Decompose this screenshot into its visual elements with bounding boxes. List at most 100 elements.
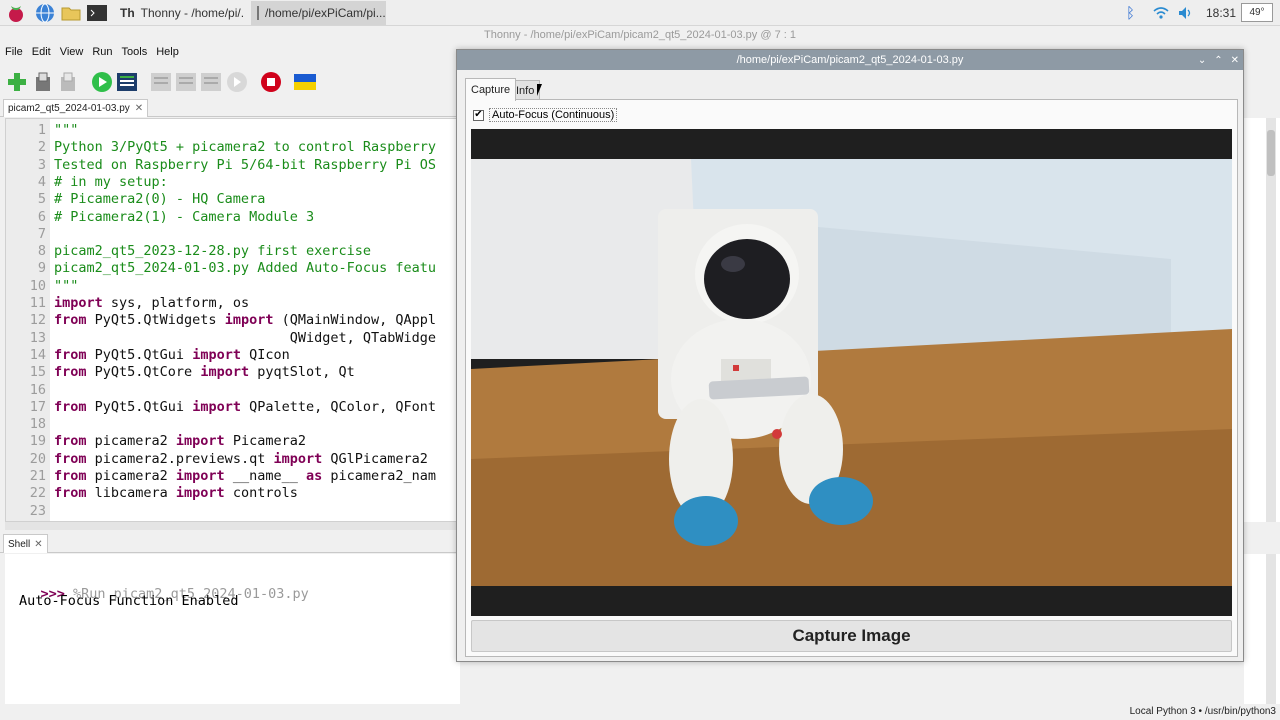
tab-capture[interactable]: Capture: [465, 78, 517, 101]
run-icon[interactable]: [91, 71, 113, 93]
line-number: 19: [29, 433, 46, 450]
menu-help[interactable]: Help: [156, 46, 179, 64]
new-file-icon[interactable]: [6, 71, 28, 93]
menubar: File Edit View Run Tools Help: [0, 46, 460, 64]
line-number: 6: [37, 208, 46, 225]
line-number: 1: [37, 122, 46, 138]
shell-tabbar: Shell ✕: [0, 534, 460, 553]
shell-vertical-scrollbar[interactable]: [1266, 554, 1276, 704]
line-number: 3: [37, 156, 46, 173]
close-tab-icon[interactable]: ✕: [135, 103, 143, 114]
shell-tab[interactable]: Shell ✕: [3, 534, 48, 553]
chevron-up-icon[interactable]: ⌃: [1214, 55, 1222, 66]
code-line: from picamera2 import __name__ as picame…: [54, 468, 437, 484]
menu-run[interactable]: Run: [92, 46, 112, 64]
window-icon: [257, 6, 259, 20]
line-number: 16: [29, 381, 46, 398]
picamera-window-title: /home/pi/exPiCam/picam2_qt5_2024-01-03.p…: [457, 50, 1243, 70]
code-line: from PyQt5.QtCore import pyqtSlot, Qt: [54, 364, 355, 381]
step-over-icon[interactable]: [150, 71, 172, 93]
line-number: 13: [29, 329, 46, 346]
line-number: 4: [37, 173, 46, 190]
file-manager-icon[interactable]: [60, 2, 82, 24]
shell-tab-label: Shell: [8, 538, 31, 550]
line-number: 21: [29, 468, 46, 484]
raspberry-menu-icon[interactable]: [5, 2, 27, 24]
mouse-cursor-icon: [537, 84, 547, 96]
capture-pane: ✔ Auto-Focus (Continuous) Capture Image: [465, 99, 1238, 657]
window-controls: ⌄ ⌃ ✕: [1198, 50, 1239, 70]
interpreter-status[interactable]: Local Python 3 • /usr/bin/python3: [1130, 706, 1276, 717]
step-out-icon[interactable]: [200, 71, 222, 93]
open-file-icon[interactable]: [32, 71, 54, 93]
ukraine-flag-icon[interactable]: [294, 71, 316, 93]
line-number: 18: [29, 416, 46, 433]
code-line: from picamera2.previews.qt import QGlPic…: [54, 450, 428, 467]
bluetooth-icon[interactable]: ᛒ: [1126, 0, 1135, 26]
menu-edit[interactable]: Edit: [32, 46, 51, 64]
code-line: import sys, platform, os: [54, 295, 250, 311]
task-picam-window[interactable]: /home/pi/exPiCam/pi...: [251, 1, 386, 25]
volume-icon[interactable]: [1178, 0, 1194, 26]
cpu-temp-badge: 49°: [1241, 3, 1273, 22]
stop-icon[interactable]: [260, 71, 282, 93]
task-thonny[interactable]: Th Thonny - /home/pi/...: [114, 1, 244, 25]
line-number: 9: [37, 260, 46, 277]
thonny-window-title: Thonny - /home/pi/exPiCam/picam2_qt5_202…: [483, 29, 796, 41]
debug-icon[interactable]: [116, 71, 138, 93]
line-number: 10: [29, 277, 46, 294]
code-line: picam2_qt5_2024-01-03.py Added Auto-Focu…: [54, 260, 437, 277]
terminal-icon[interactable]: [86, 2, 108, 24]
close-icon[interactable]: ✕: [1231, 55, 1239, 66]
shell-output: Auto-Focus Function Enabled: [19, 593, 239, 609]
chevron-down-icon[interactable]: ⌄: [1198, 55, 1206, 66]
camera-preview-image: [471, 129, 1232, 616]
editor-vertical-scrollbar[interactable]: [1266, 118, 1276, 522]
line-number: 7: [37, 225, 46, 242]
camera-preview: [471, 129, 1232, 616]
clock[interactable]: 18:31: [1206, 0, 1236, 26]
menu-view[interactable]: View: [60, 46, 84, 64]
save-file-icon[interactable]: [57, 71, 79, 93]
wifi-icon[interactable]: [1153, 0, 1169, 26]
statusbar: Local Python 3 • /usr/bin/python3: [0, 704, 1280, 720]
editor-horizontal-scrollbar[interactable]: [5, 522, 460, 530]
editor-scroll-thumb[interactable]: [1267, 130, 1275, 176]
taskbar: Th Thonny - /home/pi/... /home/pi/exPiCa…: [0, 0, 1280, 26]
editor-tabbar: picam2_qt5_2024-01-03.py ✕: [0, 99, 460, 117]
autofocus-label[interactable]: Auto-Focus (Continuous): [489, 108, 618, 122]
code-line: from PyQt5.QtGui import QIcon: [54, 346, 290, 363]
code-line: """: [54, 122, 79, 138]
line-number: 2: [37, 139, 46, 156]
task-picam-label: /home/pi/exPiCam/pi...: [265, 6, 386, 20]
code-line: QWidget, QTabWidge: [54, 329, 437, 346]
shell-panel[interactable]: >>> %Run picam2_qt5_2024-01-03.py Auto-F…: [5, 554, 460, 704]
menu-file[interactable]: File: [5, 46, 23, 64]
code-line: from PyQt5.QtGui import QPalette, QColor…: [54, 398, 437, 415]
line-number: 8: [37, 243, 46, 260]
step-into-icon[interactable]: [175, 71, 197, 93]
close-shell-icon[interactable]: ✕: [34, 539, 42, 550]
line-number: 5: [37, 191, 46, 208]
line-number: 20: [29, 450, 46, 467]
capture-image-button[interactable]: Capture Image: [471, 620, 1232, 652]
code-editor[interactable]: 1 2 3 4 5 6 7 8 9 10 11 12 13 14 15 16 17 18 19 20 21 22 23 ""…: [5, 118, 460, 522]
browser-icon[interactable]: [34, 2, 56, 24]
code-line: from libcamera import controls: [54, 485, 298, 502]
autofocus-row[interactable]: ✔ Auto-Focus (Continuous): [473, 108, 618, 122]
code-line: from PyQt5.QtWidgets import (QMainWindow…: [54, 312, 437, 329]
editor-tab[interactable]: picam2_qt5_2024-01-03.py ✕: [3, 99, 149, 117]
line-number: 14: [29, 346, 46, 363]
line-number: 15: [29, 364, 46, 381]
autofocus-checkbox[interactable]: ✔: [473, 109, 484, 121]
code-line: from picamera2 import Picamera2: [54, 433, 306, 450]
line-number: 17: [29, 398, 46, 415]
resume-icon[interactable]: [226, 71, 248, 93]
code-line: # in my setup:: [54, 173, 168, 190]
picamera-window: /home/pi/exPiCam/picam2_qt5_2024-01-03.p…: [456, 49, 1244, 662]
code-line: """: [54, 277, 79, 294]
code-line: # Picamera2(0) - HQ Camera: [54, 191, 266, 208]
code-line: picam2_qt5_2023-12-28.py first exercise: [54, 243, 371, 260]
thonny-icon: Th: [120, 6, 135, 20]
menu-tools[interactable]: Tools: [122, 46, 148, 64]
